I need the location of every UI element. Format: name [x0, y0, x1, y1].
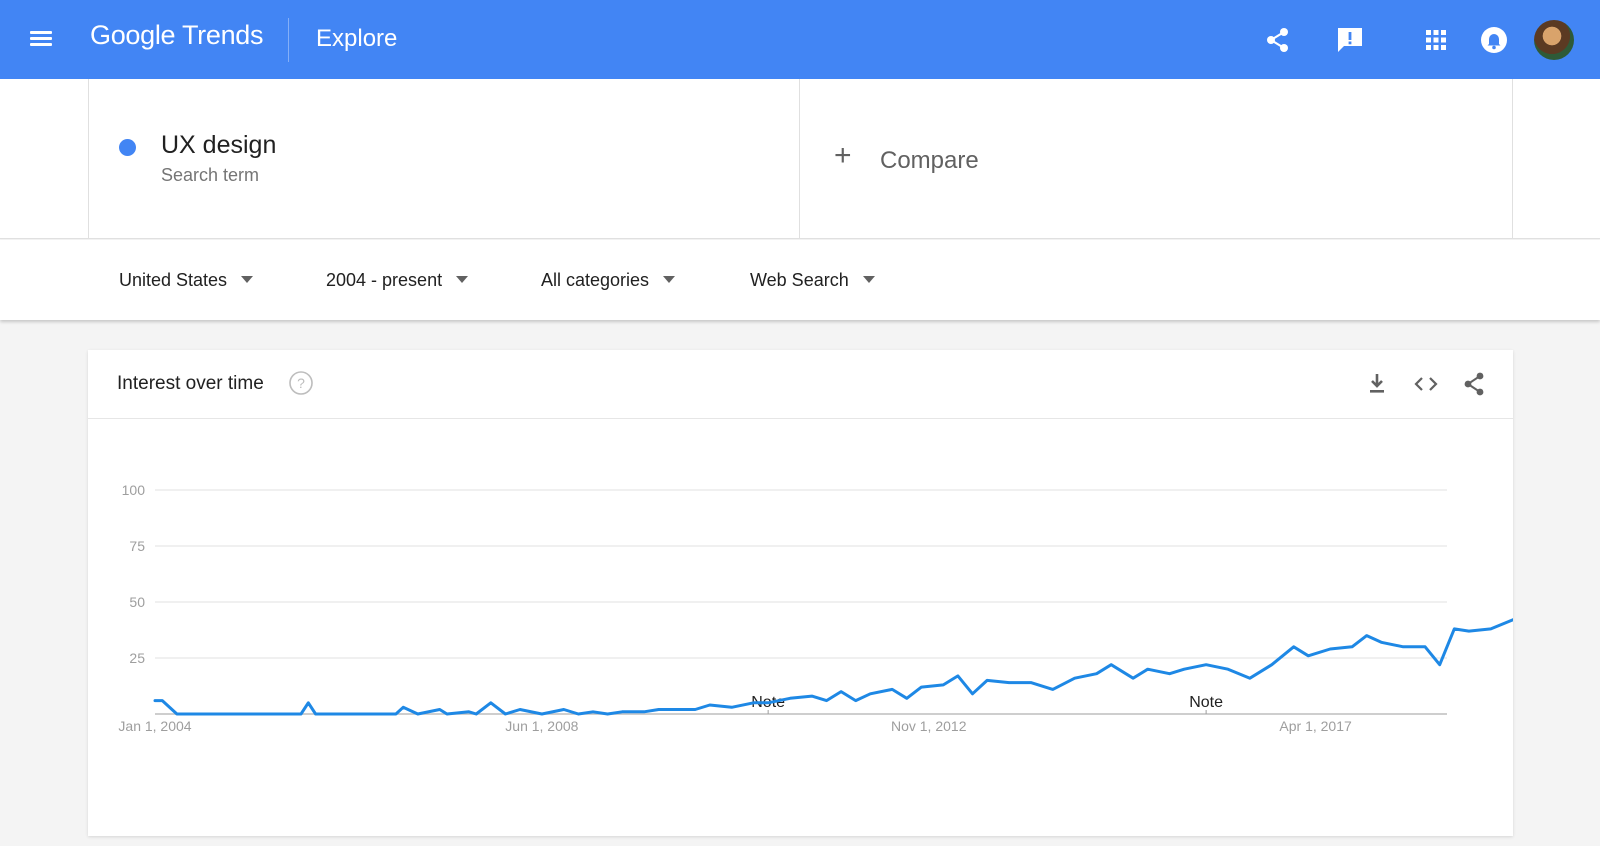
menu-icon[interactable]	[28, 28, 56, 52]
search-term-name[interactable]: UX design	[161, 131, 276, 160]
share-icon[interactable]	[1262, 24, 1294, 56]
notifications-icon[interactable]	[1478, 24, 1510, 56]
search-term-type: Search term	[161, 165, 260, 185]
y-tick-label: 75	[129, 538, 145, 554]
category-filter-label: All categories	[541, 270, 650, 290]
dropdown-caret-icon	[862, 276, 875, 283]
feedback-icon[interactable]	[1334, 24, 1366, 56]
x-tick-label: Apr 1, 2017	[1279, 718, 1352, 734]
filter-bar: United States 2004 - present All categor…	[0, 240, 1600, 320]
category-filter[interactable]: All categories	[541, 270, 676, 291]
region-filter-label: United States	[119, 270, 228, 290]
dropdown-caret-icon	[663, 276, 676, 283]
x-tick-label: Jan 1, 2004	[118, 718, 191, 734]
page-title: Explore	[316, 25, 398, 52]
x-tick-label: Nov 1, 2012	[891, 718, 967, 734]
embed-code-icon[interactable]	[1412, 370, 1440, 398]
google-trends-logo[interactable]: Google Trends	[90, 20, 264, 51]
region-filter[interactable]: United States	[119, 270, 254, 291]
account-avatar[interactable]	[1534, 20, 1574, 60]
y-tick-label: 50	[129, 594, 145, 610]
plus-icon: +	[834, 139, 852, 172]
time-range-filter[interactable]: 2004 - present	[326, 270, 469, 291]
y-tick-label: 25	[129, 650, 145, 666]
interest-over-time-card: Interest over time ? 100 75 50 25 Jan 1, 200…	[88, 350, 1513, 836]
card-header: Interest over time ?	[88, 350, 1513, 419]
search-term-card[interactable]: UX design Search term	[88, 79, 800, 239]
y-tick-label: 100	[122, 482, 146, 498]
dropdown-caret-icon	[456, 276, 469, 283]
header-divider	[288, 18, 289, 62]
search-type-filter[interactable]: Web Search	[750, 270, 875, 291]
time-range-filter-label: 2004 - present	[326, 270, 443, 290]
dropdown-caret-icon	[241, 276, 254, 283]
search-term-row: UX design Search term + Compare	[0, 79, 1600, 239]
series-color-dot	[119, 139, 136, 156]
interest-line-chart: 100 75 50 25 Jan 1, 2004 Jun 1, 2008 Nov 1, 20…	[118, 482, 1513, 734]
svg-text:?: ?	[297, 375, 305, 391]
download-icon[interactable]	[1363, 370, 1391, 398]
share-icon[interactable]	[1460, 370, 1488, 398]
compare-button[interactable]: + Compare	[800, 79, 1513, 239]
note-label: Note	[1189, 694, 1223, 711]
apps-grid-icon[interactable]	[1420, 24, 1452, 56]
card-title: Interest over time	[117, 373, 264, 394]
compare-label: Compare	[880, 147, 979, 174]
app-header: Google Trends Explore	[0, 0, 1600, 79]
x-tick-label: Jun 1, 2008	[505, 718, 578, 734]
search-type-filter-label: Web Search	[750, 270, 849, 290]
help-icon[interactable]: ?	[288, 370, 314, 396]
